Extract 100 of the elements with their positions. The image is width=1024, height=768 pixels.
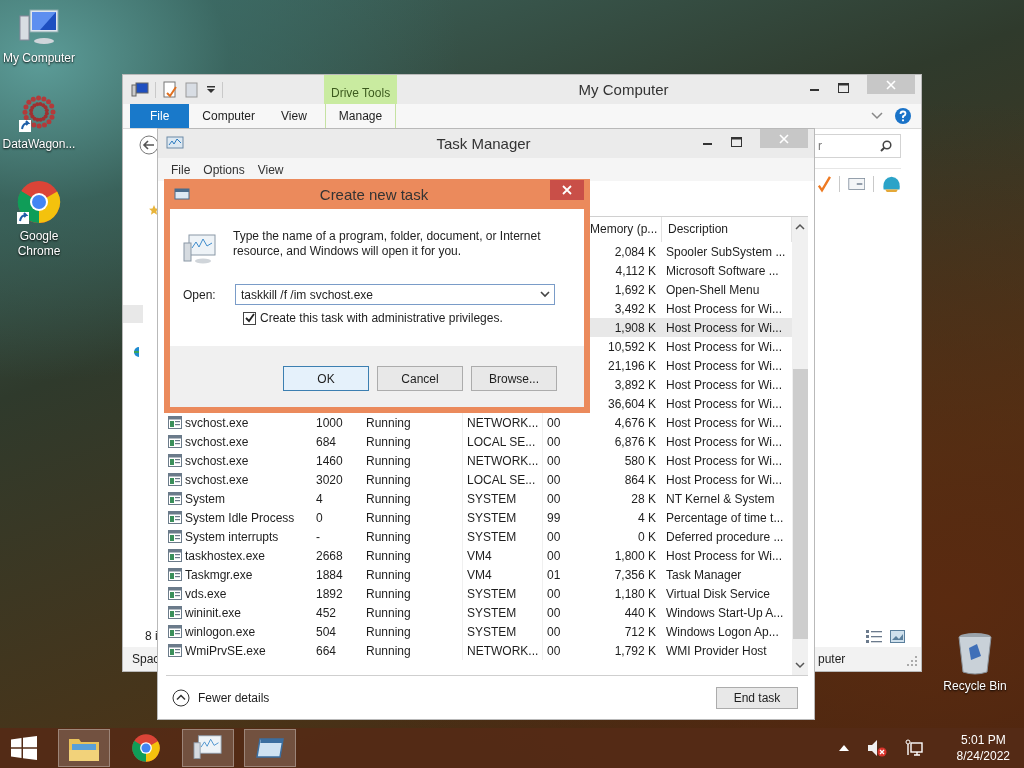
desktop-icon[interactable]: DataWagon...	[0, 94, 78, 152]
window-icon	[168, 492, 182, 505]
table-cell: Host Process for Wi...	[666, 453, 783, 468]
table-cell: LOCAL SE...	[467, 434, 536, 449]
details-view-icon[interactable]	[866, 630, 882, 643]
process-row[interactable]: System interrupts - Running SYSTEM 00 0 K Deferred procedure ...	[166, 527, 792, 546]
window-icon	[168, 568, 182, 581]
taskbar-app-button[interactable]	[182, 729, 234, 767]
process-row[interactable]: svchost.exe 3020 Running LOCAL SE... 00 864 K Host Process for Wi...	[166, 470, 792, 489]
process-row[interactable]: Taskmgr.exe 1884 Running VM4 01 7,356 K Task Manager	[166, 565, 792, 584]
taskbar-app-button[interactable]	[58, 729, 110, 767]
maximize-icon[interactable]	[838, 83, 849, 93]
table-cell: 1,792 K	[614, 643, 656, 658]
chevron-down-icon	[540, 291, 550, 298]
table-cell: vds.exe	[185, 586, 227, 601]
monitor-chart-icon	[193, 734, 223, 762]
window-icon	[168, 644, 182, 657]
table-cell: Running	[366, 434, 411, 449]
scroll-up-icon[interactable]	[795, 223, 805, 231]
table-cell: Host Process for Wi...	[666, 377, 783, 392]
scroll-down-icon[interactable]	[795, 661, 805, 669]
dialog-button[interactable]: Cancel	[377, 366, 463, 391]
table-cell: 1,800 K	[614, 548, 656, 563]
close-button[interactable]	[550, 180, 584, 200]
table-cell: 10,592 K	[607, 339, 656, 354]
table-cell: 36,604 K	[607, 396, 656, 411]
table-cell: 01	[547, 567, 561, 582]
table-cell: 1,908 K	[614, 320, 656, 335]
ribbon-tab[interactable]: File	[130, 104, 190, 128]
network-icon[interactable]	[904, 739, 923, 757]
table-cell: wininit.exe	[185, 605, 242, 620]
taskbar-app-button[interactable]	[244, 729, 296, 767]
table-cell: System interrupts	[185, 529, 279, 544]
menu-item[interactable]: Options	[203, 162, 245, 177]
process-row[interactable]: vds.exe 1892 Running SYSTEM 00 1,180 K Virtual Disk Service	[166, 584, 792, 603]
dialog-button[interactable]: Browse...	[471, 366, 557, 391]
process-row[interactable]: svchost.exe 684 Running LOCAL SE... 00 6,876 K Host Process for Wi...	[166, 432, 792, 451]
process-row[interactable]: System Idle Process 0 Running SYSTEM 99 4 K Percentage of time t...	[166, 508, 792, 527]
checkmark-icon[interactable]	[818, 174, 831, 194]
window-icon	[168, 454, 182, 467]
process-row[interactable]: winlogon.exe 504 Running SYSTEM 00 712 K Windows Logon Ap...	[166, 622, 792, 641]
table-cell: 0 K	[638, 529, 656, 544]
open-label: Open:	[183, 287, 217, 302]
table-cell: svchost.exe	[185, 453, 249, 468]
card-icon[interactable]	[847, 176, 866, 192]
ribbon-tab[interactable]: Computer	[189, 104, 269, 128]
maximize-icon[interactable]	[731, 137, 742, 147]
table-cell: NETWORK...	[467, 415, 539, 430]
process-row[interactable]: WmiPrvSE.exe 664 Running NETWORK... 00 1,792 K WMI Provider Host	[166, 641, 792, 660]
table-cell: VM4	[467, 567, 492, 582]
table-cell: 1,692 K	[614, 282, 656, 297]
window-icon	[168, 625, 182, 638]
table-cell: Running	[366, 529, 411, 544]
show-hidden-icons-icon[interactable]	[838, 745, 849, 751]
table-cell: SYSTEM	[467, 529, 517, 544]
dialog-title: Create new task	[318, 186, 430, 203]
table-cell: 3,492 K	[614, 301, 656, 316]
dialog-button[interactable]: OK	[283, 366, 369, 391]
chevron-down-icon[interactable]	[871, 112, 883, 120]
table-cell: 4 K	[638, 510, 656, 525]
process-row[interactable]: svchost.exe 1460 Running NETWORK... 00 580 K Host Process for Wi...	[166, 451, 792, 470]
window-icon	[168, 416, 182, 429]
table-cell: Host Process for Wi...	[666, 339, 783, 354]
process-row[interactable]: wininit.exe 452 Running SYSTEM 00 440 K Windows Start-Up A...	[166, 603, 792, 622]
muted-speaker-icon[interactable]	[866, 739, 887, 757]
window-icon	[168, 435, 182, 448]
fewer-details-link[interactable]: Fewer details	[172, 688, 270, 707]
close-icon	[779, 133, 789, 144]
process-row[interactable]: System 4 Running SYSTEM 00 28 K NT Kernel & System	[166, 489, 792, 508]
open-combobox[interactable]: taskkill /f /im svchost.exe	[235, 284, 555, 305]
table-cell: 00	[547, 472, 561, 487]
dropdown-icon[interactable]	[206, 84, 216, 95]
table-cell: Open-Shell Menu	[666, 282, 760, 297]
desktop-icon[interactable]: Google Chrome	[9, 180, 69, 259]
star-icon[interactable]	[149, 205, 159, 215]
checkbox-label[interactable]: Create this task with administrative privileges.	[260, 311, 503, 325]
scrollbar[interactable]	[792, 217, 808, 675]
checkbox[interactable]	[243, 311, 256, 325]
ribbon-tab[interactable]: View	[268, 104, 325, 128]
process-row[interactable]: taskhostex.exe 2668 Running VM4 00 1,800 K Host Process for Wi...	[166, 546, 792, 565]
table-cell: Host Process for Wi...	[666, 548, 783, 563]
resize-grip-icon[interactable]	[907, 656, 917, 666]
table-cell: 00	[547, 586, 561, 601]
computer-icon[interactable]	[131, 81, 149, 98]
desktop-icon[interactable]: Recycle Bin	[936, 632, 1014, 694]
menu-item[interactable]: File	[171, 162, 191, 177]
scroll-thumb[interactable]	[792, 369, 808, 639]
thumbnail-view-icon[interactable]	[890, 630, 905, 643]
table-cell: Microsoft Software ...	[666, 263, 779, 278]
end-task-button[interactable]: End task	[716, 686, 798, 709]
help-icon[interactable]	[895, 108, 911, 124]
menu-item[interactable]: View	[257, 162, 284, 177]
table-cell: 1460	[316, 453, 343, 468]
table-cell: WMI Provider Host	[666, 643, 767, 658]
table-cell: Running	[366, 624, 411, 639]
properties-icon[interactable]	[162, 80, 178, 99]
clock[interactable]: 5:01 PM 8/24/2022	[956, 732, 1010, 764]
table-cell: 00	[547, 491, 561, 506]
globe-icon[interactable]	[131, 347, 139, 357]
table-cell: Running	[366, 491, 411, 506]
